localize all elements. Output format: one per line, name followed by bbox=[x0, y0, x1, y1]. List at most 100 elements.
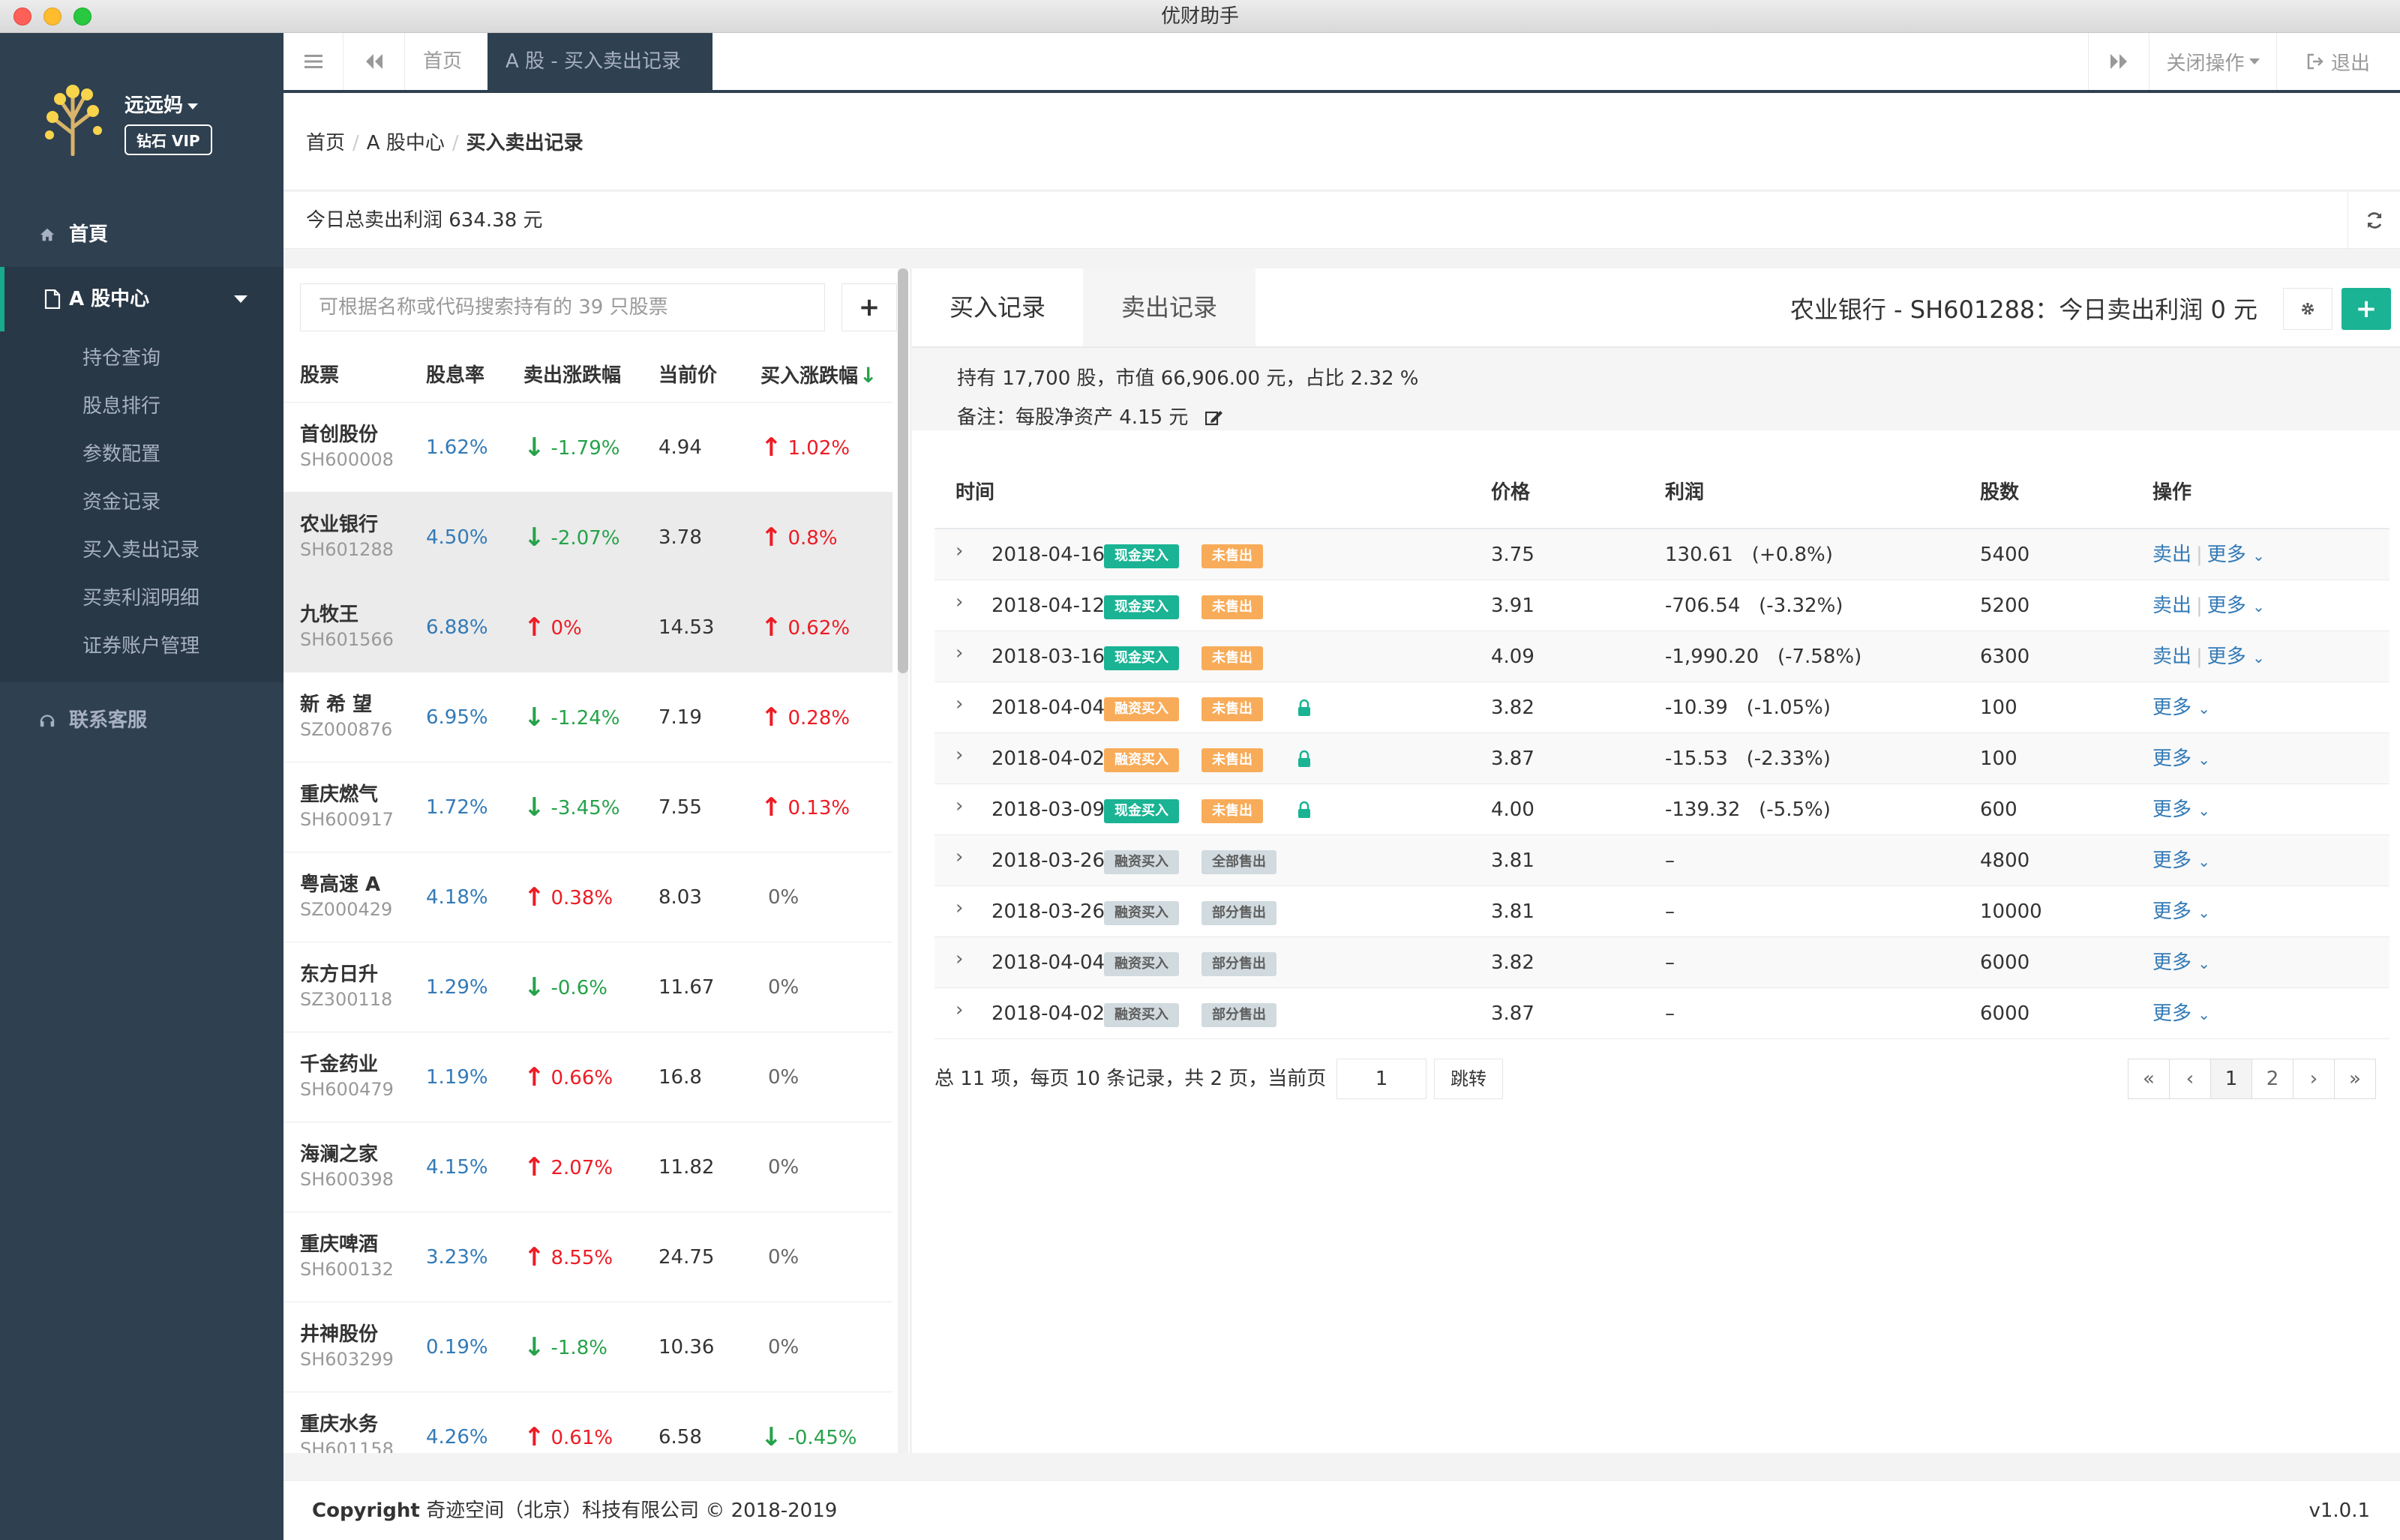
tab-scroll-right-button[interactable] bbox=[2088, 33, 2150, 90]
record-row[interactable]: › 2018-04-04 融资买入 未售出 3.82 -10.39 (-1.05%) 100… bbox=[934, 682, 2390, 733]
sell-link[interactable]: 卖出 bbox=[2152, 595, 2192, 617]
stock-row[interactable]: 九牧王 SH601566 6.88% ↑ 0% 14.53 ↑ 0.62% bbox=[284, 582, 892, 672]
col-header-price[interactable]: 当前价 bbox=[658, 349, 717, 402]
more-dropdown[interactable]: 更多 ⌄ bbox=[2207, 595, 2265, 617]
stock-row[interactable]: 农业银行 SH601288 4.50% ↓ -2.07% 3.78 ↑ 0.8% bbox=[284, 492, 892, 582]
page-number-input[interactable]: 1 bbox=[1336, 1059, 1426, 1099]
first-page-button[interactable]: « bbox=[2128, 1059, 2170, 1099]
stock-row[interactable]: 粤高速 A SZ000429 4.18% ↑ 0.38% 8.03 0% bbox=[284, 852, 892, 942]
sell-link[interactable]: 卖出 bbox=[2152, 544, 2192, 566]
submenu-parameters[interactable]: 参数配置 bbox=[0, 430, 284, 478]
tab-buy-records[interactable]: 买入记录 bbox=[912, 268, 1083, 346]
jump-page-button[interactable]: 跳转 bbox=[1434, 1059, 1503, 1099]
window-titlebar: 优财助手 bbox=[0, 0, 2400, 33]
stock-row[interactable]: 重庆水务 SH601158 4.26% ↑ 0.61% 6.58 ↓ -0.45% bbox=[284, 1392, 892, 1453]
record-row[interactable]: › 2018-03-09 现金买入 未售出 4.00 -139.32 (-5.5%) 600… bbox=[934, 784, 2390, 835]
more-dropdown[interactable]: 更多 ⌄ bbox=[2207, 646, 2265, 668]
add-record-button[interactable]: + bbox=[2342, 288, 2391, 330]
tab-sell-records[interactable]: 卖出记录 bbox=[1083, 268, 1256, 346]
next-page-button[interactable]: › bbox=[2293, 1059, 2335, 1099]
more-dropdown[interactable]: 更多 ⌄ bbox=[2152, 1002, 2210, 1025]
zoom-window-button[interactable] bbox=[74, 7, 92, 25]
stock-list-scroll-thumb[interactable] bbox=[898, 268, 908, 673]
settings-button[interactable] bbox=[2283, 288, 2332, 330]
expand-row-chevron-icon[interactable]: › bbox=[956, 744, 963, 766]
record-row[interactable]: › 2018-03-26 融资买入 全部售出 3.81 – 4800 更多 ⌄ bbox=[934, 835, 2390, 886]
user-menu[interactable]: 远远妈 bbox=[124, 90, 199, 118]
breadcrumb-current: 买入卖出记录 bbox=[466, 132, 584, 154]
expand-row-chevron-icon[interactable]: › bbox=[956, 846, 963, 868]
more-dropdown[interactable]: 更多 ⌄ bbox=[2152, 798, 2210, 821]
record-row[interactable]: › 2018-04-04 融资买入 部分售出 3.82 – 6000 更多 ⌄ bbox=[934, 937, 2390, 988]
expand-row-chevron-icon[interactable]: › bbox=[956, 591, 963, 613]
submenu-accounts[interactable]: 证券账户管理 bbox=[0, 622, 284, 670]
expand-row-chevron-icon[interactable]: › bbox=[956, 948, 963, 970]
expand-row-chevron-icon[interactable]: › bbox=[956, 642, 963, 664]
stock-row[interactable]: 千金药业 SH600479 1.19% ↑ 0.66% 16.8 0% bbox=[284, 1032, 892, 1122]
record-row[interactable]: › 2018-03-16 现金买入 未售出 4.09 -1,990.20 (-7.58%)… bbox=[934, 631, 2390, 682]
logout-button[interactable]: 退出 bbox=[2277, 33, 2400, 90]
add-stock-button[interactable]: + bbox=[842, 283, 897, 331]
more-dropdown[interactable]: 更多 ⌄ bbox=[2152, 748, 2210, 770]
nav-home[interactable]: 首頁 bbox=[0, 202, 284, 267]
more-dropdown[interactable]: 更多 ⌄ bbox=[2152, 849, 2210, 872]
close-window-button[interactable] bbox=[14, 7, 32, 25]
col-header-sell-change[interactable]: 卖出涨跌幅 bbox=[524, 349, 621, 402]
expand-row-chevron-icon[interactable]: › bbox=[956, 540, 963, 562]
record-row[interactable]: › 2018-04-02 融资买入 部分售出 3.87 – 6000 更多 ⌄ bbox=[934, 988, 2390, 1039]
prev-page-button[interactable]: ‹ bbox=[2169, 1059, 2211, 1099]
breadcrumb-home[interactable]: 首页 bbox=[306, 132, 345, 154]
stock-search-input[interactable]: 可根据名称或代码搜索持有的 39 只股票 bbox=[300, 283, 825, 331]
more-dropdown[interactable]: 更多 ⌄ bbox=[2152, 900, 2210, 923]
submenu-holdings[interactable]: 持仓查询 bbox=[0, 334, 284, 382]
menu-toggle-button[interactable] bbox=[284, 33, 344, 90]
expand-row-chevron-icon[interactable]: › bbox=[956, 897, 963, 919]
col-header-buy-change[interactable]: 买入涨跌幅↓ bbox=[760, 349, 877, 402]
page-1-button[interactable]: 1 bbox=[2210, 1059, 2252, 1099]
footer: Copyright 奇迹空间（北京）科技有限公司 © 2018-2019 v1.… bbox=[284, 1480, 2400, 1540]
buy-change-value: 0.13% bbox=[788, 797, 850, 819]
tab-home[interactable]: 首页 bbox=[405, 33, 480, 90]
stock-row[interactable]: 井神股份 SH603299 0.19% ↓ -1.8% 10.36 0% bbox=[284, 1302, 892, 1392]
stock-row[interactable]: 首创股份 SH600008 1.62% ↓ -1.79% 4.94 ↑ 1.02% bbox=[284, 402, 892, 492]
nav-a-stock-center[interactable]: A 股中心 bbox=[0, 267, 284, 331]
col-header-stock[interactable]: 股票 bbox=[300, 349, 339, 402]
minimize-window-button[interactable] bbox=[44, 7, 62, 25]
tab-scroll-left-button[interactable] bbox=[344, 33, 405, 90]
sell-change-value: -2.07% bbox=[550, 527, 620, 550]
more-dropdown[interactable]: 更多 ⌄ bbox=[2207, 544, 2265, 566]
edit-icon[interactable] bbox=[1204, 409, 1223, 426]
more-dropdown[interactable]: 更多 ⌄ bbox=[2152, 951, 2210, 974]
expand-row-chevron-icon[interactable]: › bbox=[956, 693, 963, 715]
sell-change-value: -3.45% bbox=[550, 797, 620, 819]
submenu-dividend-ranking[interactable]: 股息排行 bbox=[0, 382, 284, 430]
stock-row[interactable]: 海澜之家 SH600398 4.15% ↑ 2.07% 11.82 0% bbox=[284, 1122, 892, 1212]
submenu-fund-records[interactable]: 资金记录 bbox=[0, 478, 284, 526]
current-price: 10.36 bbox=[658, 1336, 715, 1359]
stock-row[interactable]: 重庆燃气 SH600917 1.72% ↓ -3.45% 7.55 ↑ 0.13% bbox=[284, 762, 892, 852]
stock-row[interactable]: 重庆啤酒 SH600132 3.23% ↑ 8.55% 24.75 0% bbox=[284, 1212, 892, 1302]
plus-icon: + bbox=[2355, 294, 2378, 324]
expand-row-chevron-icon[interactable]: › bbox=[956, 999, 963, 1021]
expand-row-chevron-icon[interactable]: › bbox=[956, 795, 963, 817]
record-row[interactable]: › 2018-04-12 现金买入 未售出 3.91 -706.54 (-3.32%) 52… bbox=[934, 580, 2390, 631]
sell-link[interactable]: 卖出 bbox=[2152, 646, 2192, 668]
submenu-profit-details[interactable]: 买卖利润明细 bbox=[0, 574, 284, 622]
refresh-button[interactable] bbox=[2348, 192, 2400, 249]
close-operations-dropdown[interactable]: 关闭操作 bbox=[2150, 33, 2277, 90]
breadcrumb-a-stock[interactable]: A 股中心 bbox=[367, 132, 445, 154]
stock-row[interactable]: 新 希 望 SZ000876 6.95% ↓ -1.24% 7.19 ↑ 0.28% bbox=[284, 672, 892, 762]
record-row[interactable]: › 2018-04-16 现金买入 未售出 3.75 130.61 (+0.8%) 5400… bbox=[934, 529, 2390, 580]
col-header-yield[interactable]: 股息率 bbox=[426, 349, 484, 402]
page-2-button[interactable]: 2 bbox=[2252, 1059, 2294, 1099]
stock-name: 井神股份 bbox=[300, 1323, 379, 1346]
stock-row[interactable]: 东方日升 SZ300118 1.29% ↓ -0.6% 11.67 0% bbox=[284, 942, 892, 1032]
last-page-button[interactable]: » bbox=[2334, 1059, 2376, 1099]
tab-buy-sell-records[interactable]: A 股 - 买入卖出记录× bbox=[488, 33, 712, 127]
current-price: 24.75 bbox=[658, 1246, 715, 1269]
submenu-buy-sell-records[interactable]: 买入卖出记录 bbox=[0, 526, 284, 574]
record-row[interactable]: › 2018-04-02 融资买入 未售出 3.87 -15.53 (-2.33%) 100… bbox=[934, 733, 2390, 784]
record-row[interactable]: › 2018-03-26 融资买入 部分售出 3.81 – 10000 更多 ⌄ bbox=[934, 886, 2390, 937]
more-dropdown[interactable]: 更多 ⌄ bbox=[2152, 697, 2210, 719]
nav-support[interactable]: 联系客服 bbox=[0, 688, 284, 753]
